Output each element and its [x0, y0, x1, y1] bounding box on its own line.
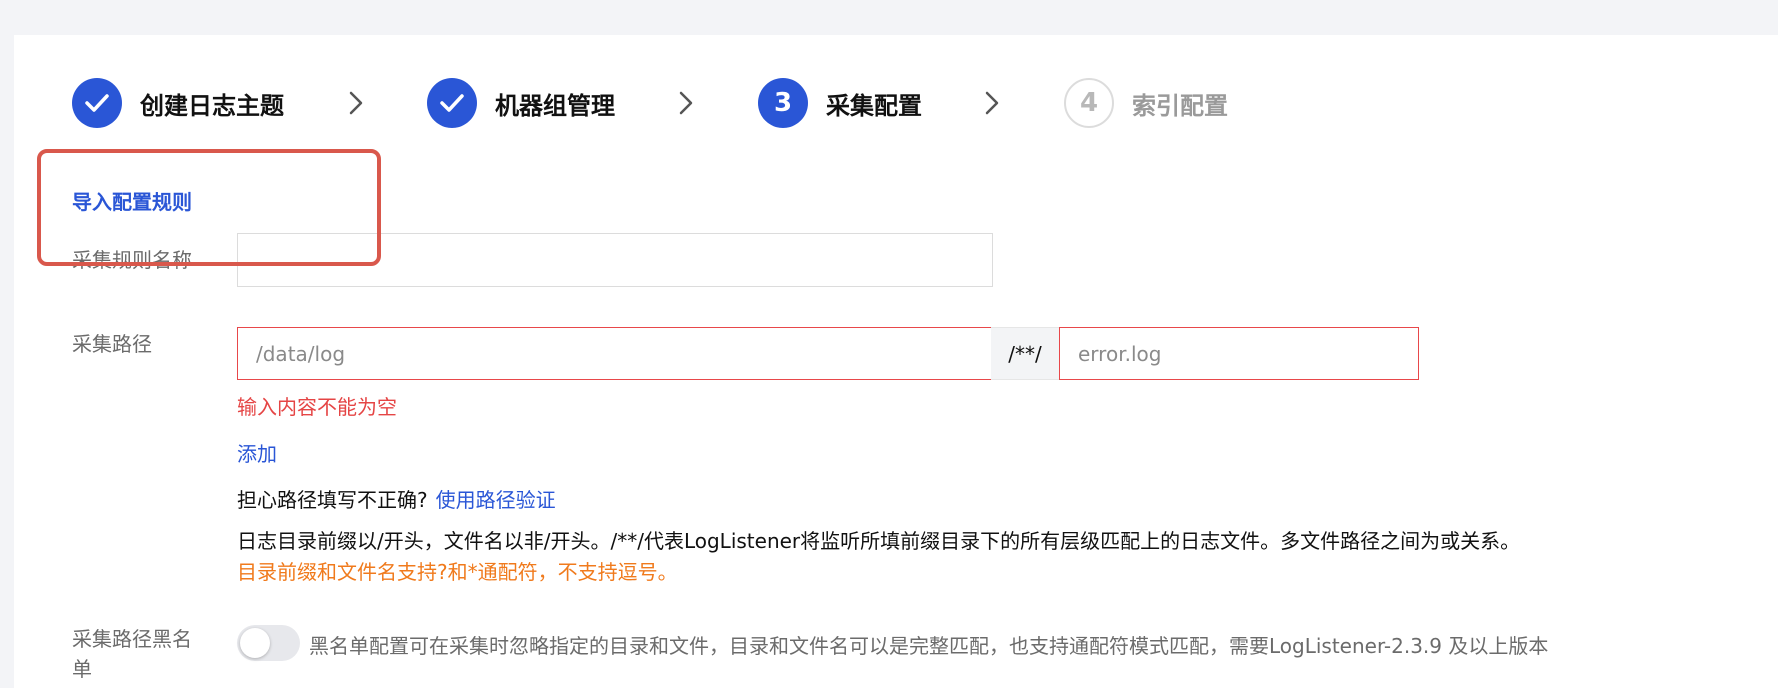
step-number-badge: 4 [1064, 78, 1114, 128]
step-machine-group[interactable]: 机器组管理 [427, 77, 615, 129]
path-separator: /**/ [991, 327, 1059, 380]
blacklist-description: 黑名单配置可在采集时忽略指定的目录和文件，目录和文件名可以是完整匹配，也支持通配… [309, 634, 1549, 658]
step-index-config[interactable]: 4 索引配置 [1064, 77, 1228, 129]
path-description: 日志目录前缀以/开头，文件名以非/开头。/**/代表LogListener将监听… [237, 529, 1521, 553]
step-label: 机器组管理 [495, 91, 615, 120]
step-label: 索引配置 [1132, 91, 1228, 120]
step-label: 采集配置 [826, 91, 922, 120]
blacklist-toggle[interactable] [237, 625, 300, 661]
path-filename-input[interactable] [1059, 327, 1419, 380]
path-directory-input[interactable] [237, 327, 993, 380]
chevron-right-icon [346, 88, 366, 118]
add-path-link[interactable]: 添加 [237, 438, 277, 467]
check-icon [427, 78, 477, 128]
blacklist-label-cont: 单 [72, 657, 92, 681]
path-error-message: 输入内容不能为空 [237, 395, 397, 419]
collection-path-label: 采集路径 [72, 332, 152, 356]
highlight-annotation-box [37, 149, 381, 266]
path-verify-line: 担心路径填写不正确? 使用路径验证 [237, 484, 556, 513]
chevron-right-icon [982, 88, 1002, 118]
chevron-right-icon [676, 88, 696, 118]
step-collection-config[interactable]: 3 采集配置 [758, 77, 922, 129]
toggle-knob [240, 628, 270, 658]
blacklist-label: 采集路径黑名 [72, 627, 192, 651]
step-label: 创建日志主题 [140, 91, 284, 120]
verify-question: 担心路径填写不正确? [237, 488, 428, 512]
path-verify-link[interactable]: 使用路径验证 [436, 488, 556, 512]
step-number-badge: 3 [758, 78, 808, 128]
path-wildcard-warning: 目录前缀和文件名支持?和*通配符，不支持逗号。 [237, 560, 678, 584]
step-create-log-topic[interactable]: 创建日志主题 [72, 77, 284, 129]
check-icon [72, 78, 122, 128]
